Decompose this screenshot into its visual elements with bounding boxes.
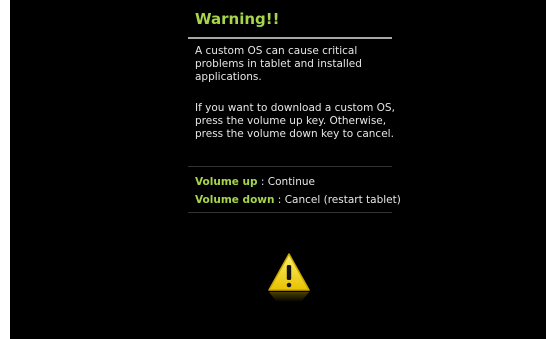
options-divider-top xyxy=(188,166,392,167)
device-screen: Warning!! A custom OS can cause critical… xyxy=(10,0,546,339)
warning-message-1: A custom OS can cause critical problems … xyxy=(195,45,362,83)
volume-up-key-label: Volume up xyxy=(195,176,258,188)
warning-title: Warning!! xyxy=(195,10,280,28)
option-volume-down: Volume down : Cancel (restart tablet) xyxy=(195,194,401,206)
option-separator: : xyxy=(274,194,285,206)
option-volume-up: Volume up : Continue xyxy=(195,176,315,188)
volume-down-action: Cancel (restart tablet) xyxy=(284,194,401,206)
warning-message-2: If you want to download a custom OS, pre… xyxy=(195,102,395,140)
warning-triangle-icon xyxy=(268,253,310,302)
option-separator: : xyxy=(257,176,268,188)
volume-up-action: Continue xyxy=(267,176,315,188)
options-divider-bottom xyxy=(188,212,392,213)
title-divider xyxy=(188,37,392,39)
volume-down-key-label: Volume down xyxy=(195,194,275,206)
